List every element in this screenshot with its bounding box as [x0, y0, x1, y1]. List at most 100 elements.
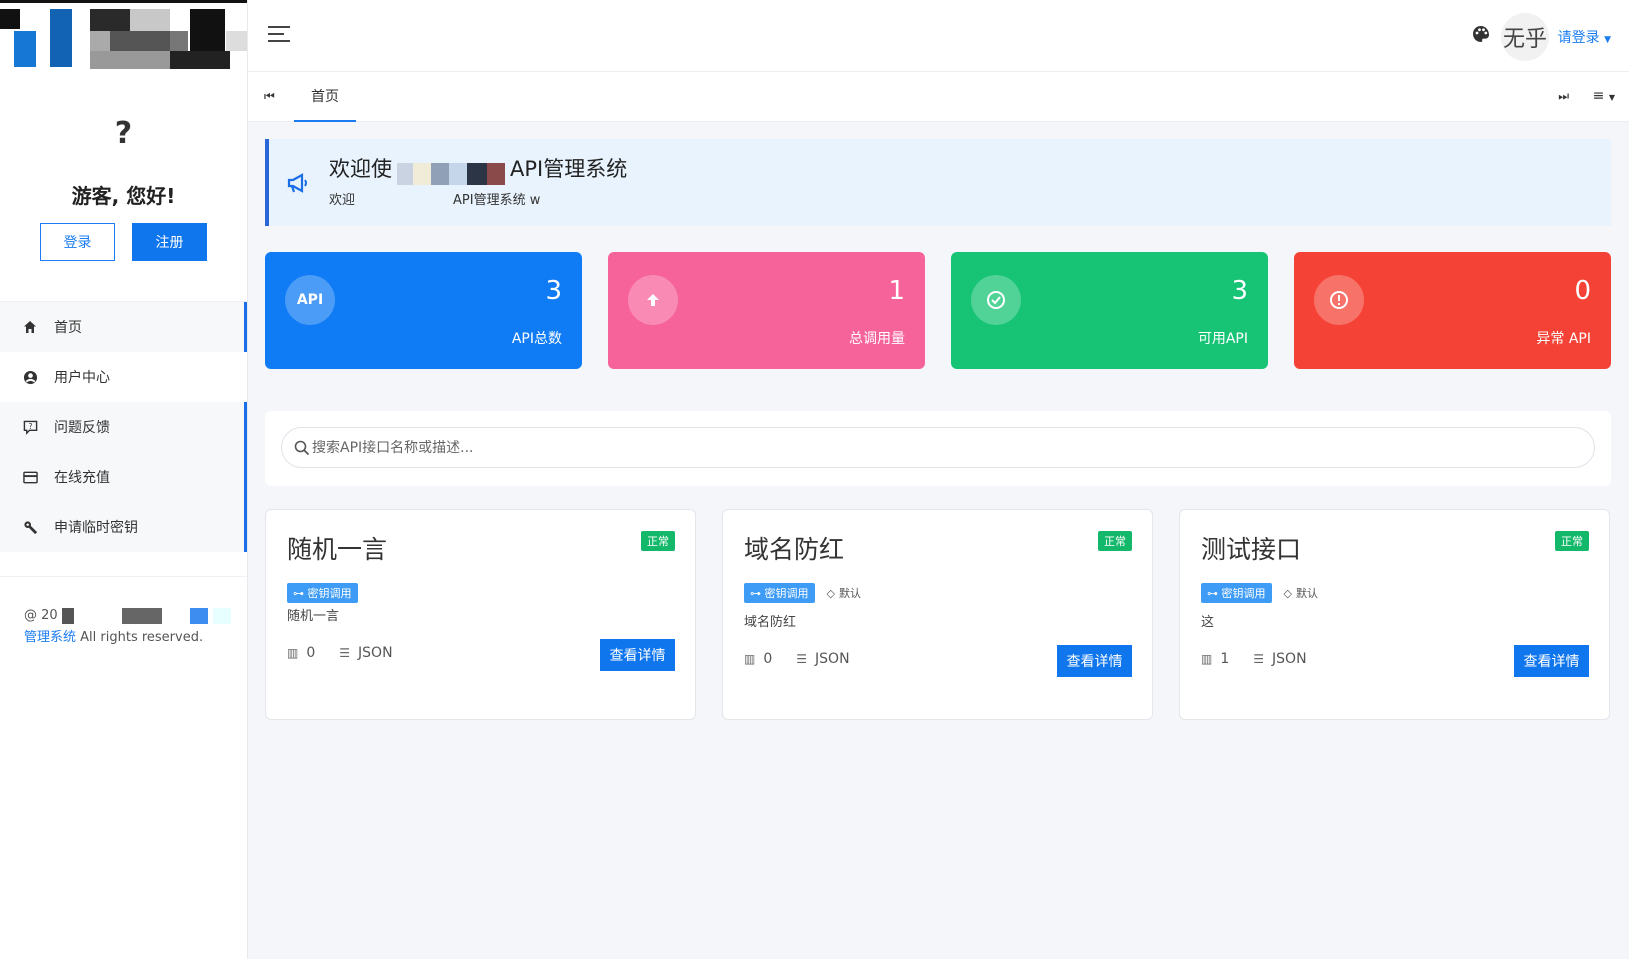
avatar: ?	[114, 116, 133, 151]
api-card: 随机一言 正常 ⊶ 密钥调用 随机一言 ▥ 0 ☰ JSON 查看详情	[265, 509, 696, 720]
top-header: 无乎 请登录 ▼	[248, 0, 1629, 72]
status-badge: 正常	[641, 531, 675, 551]
tab-bar: ⏮ 首页 ⏭ ≡ ▼	[248, 72, 1629, 122]
key-call-tag: ⊶ 密钥调用	[287, 583, 358, 603]
api-card: 域名防红 正常 ⊶ 密钥调用 ◇ 默认 域名防红 ▥ 0 ☰ JSON 查看详情	[722, 509, 1153, 720]
sidebar-item-label: 问题反馈	[54, 420, 110, 436]
menu-bar	[244, 402, 247, 452]
menu-bar	[244, 452, 247, 502]
menu-toggle-icon[interactable]	[268, 26, 290, 47]
search-input[interactable]	[312, 439, 1594, 456]
user-avatar[interactable]: 无乎	[1501, 13, 1549, 61]
welcome-title-end: API管理系统	[510, 157, 628, 181]
response-format: JSON	[1272, 651, 1307, 667]
stat-total-calls: 1 总调用量	[608, 252, 925, 369]
copyright-prefix: @ 20	[24, 608, 58, 623]
stat-value: 0	[1574, 276, 1591, 306]
view-details-button[interactable]: 查看详情	[1514, 645, 1589, 677]
user-circle-icon	[22, 369, 38, 385]
status-badge: 正常	[1098, 531, 1132, 551]
search-card	[265, 411, 1611, 486]
caret-down-icon: ▼	[1604, 35, 1611, 45]
calls-icon: ▥	[1201, 652, 1213, 666]
megaphone-icon	[287, 172, 309, 194]
stats-row: API 3 API总数 1 总调用量 3 可用API 0 异常 API	[265, 252, 1611, 369]
menu-bar	[244, 502, 247, 552]
stat-label: API总数	[511, 331, 562, 347]
response-format: JSON	[358, 645, 393, 661]
feedback-icon: ?	[22, 419, 38, 435]
login-link-label: 请登录	[1557, 30, 1600, 46]
sidebar-footer: @ 20 管理系统 All rights reserved.	[0, 577, 247, 649]
welcome-title-start: 欢迎使	[329, 157, 392, 181]
key-icon: ⊶	[750, 587, 761, 600]
list-icon: ☰	[796, 652, 808, 666]
stat-value: 1	[888, 276, 905, 306]
api-meta: ▥ 0 ☰ JSON	[744, 651, 850, 667]
stat-label: 异常 API	[1536, 331, 1591, 347]
search-box	[281, 427, 1595, 468]
tab-scroll-left-icon[interactable]: ⏮	[264, 89, 275, 104]
stat-label: 总调用量	[849, 331, 905, 347]
api-title: 随机一言	[287, 535, 388, 564]
call-count: 0	[763, 651, 773, 667]
wrench-icon	[22, 519, 38, 535]
sidebar-item-temp-key[interactable]: 申请临时密钥	[0, 502, 247, 552]
api-icon: API	[285, 275, 335, 325]
key-call-tag: ⊶ 密钥调用	[744, 583, 815, 603]
palette-icon[interactable]	[1471, 24, 1491, 44]
api-meta: ▥ 0 ☰ JSON	[287, 645, 393, 661]
api-card: 测试接口 正常 ⊶ 密钥调用 ◇ 默认 这 ▥ 1 ☰ JSON 查看详情	[1179, 509, 1610, 720]
key-call-tag: ⊶ 密钥调用	[1201, 583, 1272, 603]
api-title: 域名防红	[744, 535, 845, 564]
sidebar-item-label: 首页	[54, 320, 82, 336]
greeting: 游客, 您好!	[71, 184, 176, 208]
calls-icon: ▥	[287, 646, 299, 660]
default-tag: ◇ 默认	[827, 585, 861, 601]
login-dropdown[interactable]: 请登录 ▼	[1558, 27, 1611, 47]
calls-icon: ▥	[744, 652, 756, 666]
stat-api-total: API 3 API总数	[265, 252, 582, 369]
welcome-subtitle-end: API管理系统 w	[453, 193, 541, 208]
api-description: 随机一言	[287, 609, 340, 624]
search-icon	[294, 440, 310, 456]
stat-value: 3	[1231, 276, 1248, 306]
view-details-button[interactable]: 查看详情	[600, 639, 675, 671]
login-button[interactable]: 登录	[40, 223, 115, 261]
tab-options-icon[interactable]: ≡ ▼	[1593, 88, 1615, 104]
tab-home[interactable]: 首页	[294, 72, 356, 122]
register-button[interactable]: 注册	[132, 223, 207, 261]
tag-icon: ◇	[1283, 586, 1292, 600]
home-icon	[22, 319, 38, 335]
api-card-list: 随机一言 正常 ⊶ 密钥调用 随机一言 ▥ 0 ☰ JSON 查看详情 域名防红…	[265, 509, 1611, 720]
sidebar-item-user-center[interactable]: 用户中心	[0, 352, 247, 402]
tag-label: 密钥调用	[1221, 587, 1266, 600]
key-icon: ⊶	[293, 587, 304, 600]
welcome-subtitle-start: 欢迎	[329, 193, 356, 208]
sidebar-item-label: 申请临时密钥	[54, 520, 138, 536]
api-meta: ▥ 1 ☰ JSON	[1201, 651, 1307, 667]
sidebar-menu: 首页 用户中心 ? 问题反馈 在线充值 申请临时密钥	[0, 302, 247, 552]
key-icon: ⊶	[1207, 587, 1218, 600]
tag-icon: ◇	[826, 586, 835, 600]
sidebar-item-label: 用户中心	[54, 370, 110, 386]
call-count: 0	[306, 645, 316, 661]
list-icon: ☰	[339, 646, 351, 660]
api-description: 这	[1201, 615, 1215, 630]
sidebar-item-recharge[interactable]: 在线充值	[0, 452, 247, 502]
main-content: 欢迎使 API管理系统 欢迎 API管理系统 w API 3 API总数 1 总调用…	[248, 122, 1629, 959]
footer-link[interactable]: 管理系统	[24, 630, 76, 645]
call-count: 1	[1220, 651, 1230, 667]
sidebar-item-home[interactable]: 首页	[0, 302, 247, 352]
default-tag: ◇ 默认	[1284, 585, 1318, 601]
view-details-button[interactable]: 查看详情	[1057, 645, 1132, 677]
credit-card-icon	[22, 469, 38, 485]
tag-label: 默认	[1295, 587, 1318, 600]
stat-error-api: 0 异常 API	[1294, 252, 1611, 369]
tab-scroll-right-icon[interactable]: ⏭	[1558, 89, 1569, 104]
stat-label: 可用API	[1197, 331, 1248, 347]
sidebar-item-feedback[interactable]: ? 问题反馈	[0, 402, 247, 452]
arrow-up-icon	[628, 275, 678, 325]
response-format: JSON	[815, 651, 850, 667]
logo[interactable]	[0, 0, 247, 70]
